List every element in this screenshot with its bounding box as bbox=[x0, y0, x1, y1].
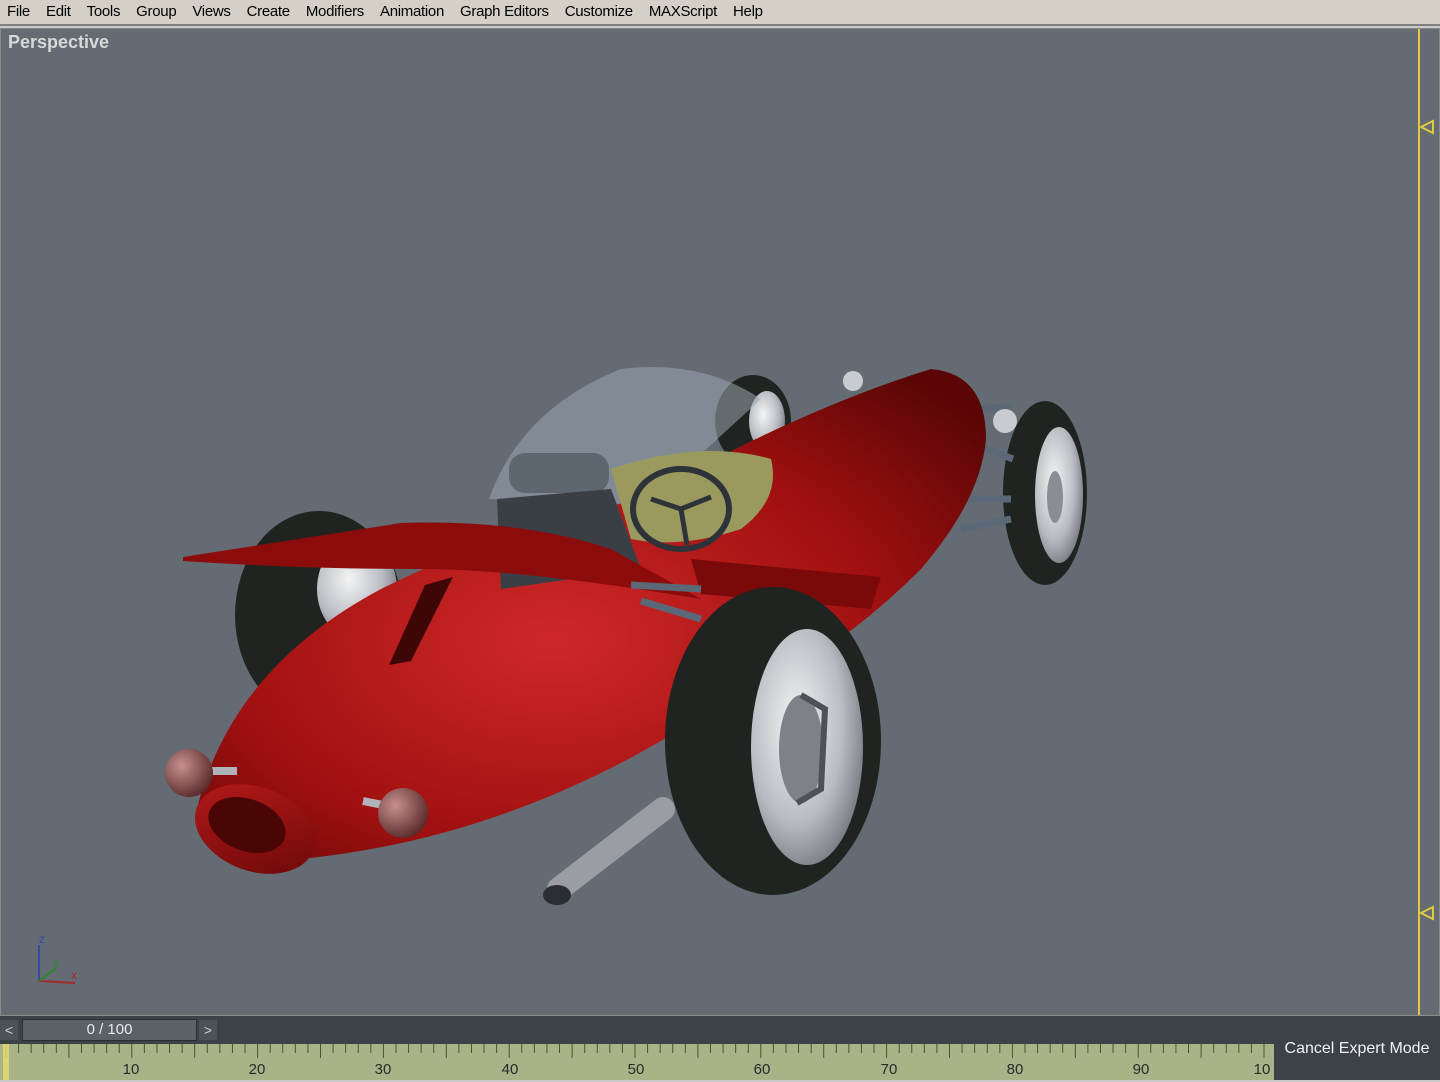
track-bar-ruler[interactable]: 10 20 30 40 50 60 70 80 90 10 bbox=[0, 1044, 1274, 1080]
menu-graph-editors[interactable]: Graph Editors bbox=[452, 1, 557, 23]
ruler-label: 70 bbox=[880, 1061, 898, 1078]
cancel-expert-mode-button[interactable]: Cancel Expert Mode bbox=[1274, 1016, 1440, 1080]
ruler-label: 40 bbox=[501, 1061, 519, 1078]
safe-frame-line bbox=[1418, 29, 1420, 1015]
axis-z-label: z bbox=[39, 932, 45, 946]
race-car-model[interactable] bbox=[1, 29, 1440, 1016]
ruler-label: 80 bbox=[1006, 1061, 1024, 1078]
time-slider-bar: < 0 / 100 > bbox=[0, 1016, 1274, 1044]
menu-modifiers[interactable]: Modifiers bbox=[298, 1, 372, 23]
ruler-label: 10 bbox=[122, 1061, 140, 1078]
axis-tripod-icon: z y x bbox=[38, 932, 77, 984]
current-frame-marker[interactable] bbox=[3, 1044, 9, 1080]
time-slider[interactable]: 0 / 100 bbox=[22, 1019, 197, 1041]
front-right-hub bbox=[779, 695, 823, 803]
menu-group[interactable]: Group bbox=[128, 1, 184, 23]
exhaust-pipe bbox=[547, 797, 675, 901]
left-knob bbox=[165, 749, 213, 797]
menu-maxscript[interactable]: MAXScript bbox=[641, 1, 725, 23]
menu-help[interactable]: Help bbox=[725, 1, 771, 23]
right-knob bbox=[378, 788, 428, 838]
menu-tools[interactable]: Tools bbox=[79, 1, 129, 23]
perspective-viewport[interactable]: Perspective z y x bbox=[0, 28, 1440, 1016]
menu-create[interactable]: Create bbox=[239, 1, 298, 23]
menu-bar: File Edit Tools Group Views Create Modif… bbox=[0, 0, 1440, 26]
headrest bbox=[509, 453, 609, 493]
menu-file[interactable]: File bbox=[0, 1, 38, 23]
menu-customize[interactable]: Customize bbox=[557, 1, 641, 23]
menu-animation[interactable]: Animation bbox=[372, 1, 452, 23]
rear-shock-left bbox=[843, 371, 863, 391]
ruler-label: 50 bbox=[627, 1061, 645, 1078]
ruler-label: 90 bbox=[1132, 1061, 1150, 1078]
frame-marker-top-icon bbox=[1419, 119, 1434, 135]
menu-views[interactable]: Views bbox=[184, 1, 238, 23]
viewport-label[interactable]: Perspective bbox=[8, 32, 109, 53]
axis-y-label: y bbox=[53, 956, 59, 970]
rear-shock-top bbox=[993, 409, 1017, 433]
frame-marker-bottom-icon bbox=[1419, 905, 1434, 921]
rear-right-hub bbox=[1047, 471, 1063, 523]
ruler-label: 10 bbox=[1253, 1061, 1271, 1078]
time-prev-button[interactable]: < bbox=[0, 1020, 18, 1040]
menu-edit[interactable]: Edit bbox=[38, 1, 79, 23]
ruler-label: 60 bbox=[753, 1061, 771, 1078]
ruler-label: 30 bbox=[374, 1061, 392, 1078]
ruler-label: 20 bbox=[248, 1061, 266, 1078]
axis-x-label: x bbox=[71, 968, 77, 982]
exhaust-opening bbox=[543, 885, 571, 905]
time-next-button[interactable]: > bbox=[199, 1020, 217, 1040]
